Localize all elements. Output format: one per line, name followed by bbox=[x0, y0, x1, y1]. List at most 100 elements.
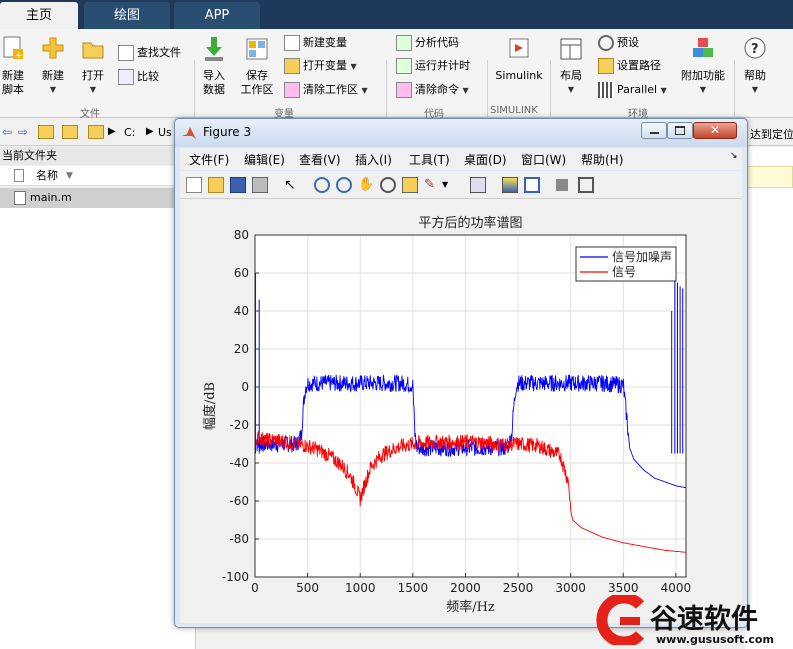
root-folder-icon bbox=[88, 125, 104, 139]
run-and-time-button[interactable]: 运行并计时 bbox=[396, 56, 470, 76]
menu-window[interactable]: 窗口(W) bbox=[521, 151, 566, 168]
compare-button[interactable]: 比较 bbox=[118, 67, 159, 87]
data-cursor-icon[interactable] bbox=[402, 177, 418, 193]
legend-icon[interactable] bbox=[524, 177, 540, 193]
open-variable-dropdown-icon[interactable]: ▼ bbox=[351, 62, 357, 71]
layout-dropdown-icon[interactable]: ▼ bbox=[556, 83, 586, 97]
new-label: 新建 bbox=[42, 69, 64, 82]
maximize-button[interactable] bbox=[667, 122, 693, 139]
clear-workspace-button[interactable]: 清除工作区 ▼ bbox=[284, 80, 368, 100]
dock-arrow-icon[interactable]: ↘ bbox=[730, 151, 738, 161]
preferences-button[interactable]: 预设 bbox=[598, 33, 639, 53]
group-label-file: 文件 bbox=[80, 109, 100, 120]
set-path-button[interactable]: 设置路径 bbox=[598, 56, 661, 76]
open-dropdown-icon[interactable]: ▼ bbox=[78, 83, 108, 97]
y-tick-label: 20 bbox=[234, 342, 249, 356]
menu-desktop[interactable]: 桌面(D) bbox=[464, 151, 507, 168]
zoom-in-icon[interactable] bbox=[314, 177, 330, 193]
menu-file[interactable]: 文件(F) bbox=[189, 151, 229, 168]
new-button[interactable]: 新建 ▼ bbox=[38, 35, 68, 97]
minimize-button[interactable] bbox=[641, 122, 667, 139]
parallel-button[interactable]: Parallel ▼ bbox=[598, 80, 667, 100]
pointer-icon[interactable]: ↖ bbox=[284, 177, 300, 193]
tab-plots[interactable]: 绘图 bbox=[84, 2, 170, 29]
simulink-button[interactable]: Simulink bbox=[494, 35, 544, 83]
file-row[interactable]: main.m bbox=[0, 188, 200, 208]
open-button[interactable]: 打开 ▼ bbox=[78, 35, 108, 97]
simulink-label: Simulink bbox=[495, 69, 543, 82]
show-tools-icon[interactable] bbox=[578, 177, 594, 193]
open-file-icon[interactable] bbox=[208, 177, 224, 193]
clear-workspace-dropdown-icon[interactable]: ▼ bbox=[362, 86, 368, 95]
open-variable-button[interactable]: 打开变量 ▼ bbox=[284, 56, 357, 76]
new-script-label-2: 脚本 bbox=[2, 83, 24, 96]
browse-folder-icon[interactable] bbox=[62, 125, 78, 139]
y-tick-label: -20 bbox=[229, 418, 249, 432]
close-button[interactable]: ✕ bbox=[693, 122, 737, 139]
hide-tools-icon[interactable] bbox=[556, 179, 568, 191]
open-variable-icon bbox=[284, 58, 300, 74]
print-icon[interactable] bbox=[252, 177, 268, 193]
group-label-simulink: SIMULINK bbox=[490, 105, 538, 116]
rotate-icon[interactable] bbox=[380, 177, 396, 193]
svg-text:+: + bbox=[15, 51, 23, 61]
tab-home[interactable]: 主页 bbox=[0, 2, 78, 29]
x-tick-label: 1500 bbox=[398, 581, 429, 595]
save-workspace-button[interactable]: 保存 工作区 bbox=[238, 35, 276, 97]
help-dropdown-icon[interactable]: ▼ bbox=[740, 83, 770, 97]
set-path-label: 设置路径 bbox=[617, 59, 661, 72]
find-files-button[interactable]: 查找文件 bbox=[118, 43, 181, 63]
new-variable-label: 新建变量 bbox=[303, 36, 347, 49]
up-folder-icon[interactable] bbox=[38, 125, 54, 139]
ribbon: + 新建 脚本 新建 ▼ 打开 ▼ 查找文件 比较 导入 数据 保存 工作区 新… bbox=[0, 29, 793, 146]
save-icon[interactable] bbox=[230, 177, 246, 193]
clear-commands-dropdown-icon[interactable]: ▼ bbox=[463, 86, 469, 95]
compare-label: 比较 bbox=[137, 70, 159, 83]
menu-view[interactable]: 查看(V) bbox=[299, 151, 341, 168]
figure-canvas: 0 500 1000 1500 2000 2500 3000 3500 4000 -100 -80-… bbox=[180, 199, 742, 623]
menu-insert[interactable]: 插入(I) bbox=[355, 151, 392, 168]
new-script-label: 新建 bbox=[2, 69, 24, 82]
new-dropdown-icon[interactable]: ▼ bbox=[38, 83, 68, 97]
chart-title: 平方后的功率谱图 bbox=[418, 215, 522, 231]
layout-button[interactable]: 布局 ▼ bbox=[556, 35, 586, 97]
pan-icon[interactable]: ✋ bbox=[358, 177, 374, 193]
menu-edit[interactable]: 编辑(E) bbox=[244, 151, 285, 168]
file-browser-pane bbox=[0, 208, 196, 649]
new-script-button[interactable]: + 新建 脚本 bbox=[0, 35, 26, 97]
link-plot-icon[interactable] bbox=[470, 177, 486, 193]
addons-button[interactable]: 附加功能 ▼ bbox=[678, 35, 728, 97]
figure-title-bar[interactable]: Figure 3 ✕ bbox=[175, 119, 747, 147]
path-segment[interactable]: Us bbox=[158, 126, 172, 139]
analyze-code-button[interactable]: 分析代码 bbox=[396, 33, 459, 53]
parallel-dropdown-icon[interactable]: ▼ bbox=[661, 86, 667, 95]
command-window-bg bbox=[745, 147, 793, 649]
import-label-2: 数据 bbox=[203, 83, 225, 96]
plot-area bbox=[255, 235, 686, 577]
addons-icon bbox=[693, 38, 713, 57]
back-arrow-icon[interactable]: ⇦ bbox=[2, 125, 12, 139]
new-variable-button[interactable]: 新建变量 bbox=[284, 33, 347, 53]
import-data-button[interactable]: 导入 数据 bbox=[200, 35, 228, 97]
forward-arrow-icon[interactable]: ⇨ bbox=[18, 125, 28, 139]
new-variable-icon bbox=[284, 35, 300, 51]
sort-arrow-icon[interactable]: ▼ bbox=[66, 166, 73, 186]
x-tick-label: 1000 bbox=[345, 581, 376, 595]
brush-dropdown-icon[interactable]: ▼ bbox=[442, 177, 458, 193]
addons-dropdown-icon[interactable]: ▼ bbox=[678, 83, 728, 97]
open-label: 打开 bbox=[82, 69, 104, 82]
analyze-code-icon bbox=[396, 35, 412, 51]
path-drive[interactable]: C: bbox=[124, 126, 135, 139]
path-chevron-icon: ▶ bbox=[108, 126, 116, 137]
brush-icon[interactable]: ✎ bbox=[424, 177, 440, 193]
new-figure-icon[interactable] bbox=[186, 177, 202, 193]
column-name[interactable]: 名称 bbox=[36, 166, 58, 186]
menu-help[interactable]: 帮助(H) bbox=[581, 151, 623, 168]
clear-commands-button[interactable]: 清除命令 ▼ bbox=[396, 80, 469, 100]
menu-tools[interactable]: 工具(T) bbox=[409, 151, 450, 168]
watermark: 谷速软件 www.gususoft.com bbox=[594, 593, 793, 649]
colorbar-icon[interactable] bbox=[502, 177, 518, 193]
zoom-out-icon[interactable] bbox=[336, 177, 352, 193]
tab-apps[interactable]: APP bbox=[174, 2, 260, 29]
help-button[interactable]: ? 帮助 ▼ bbox=[740, 35, 770, 97]
